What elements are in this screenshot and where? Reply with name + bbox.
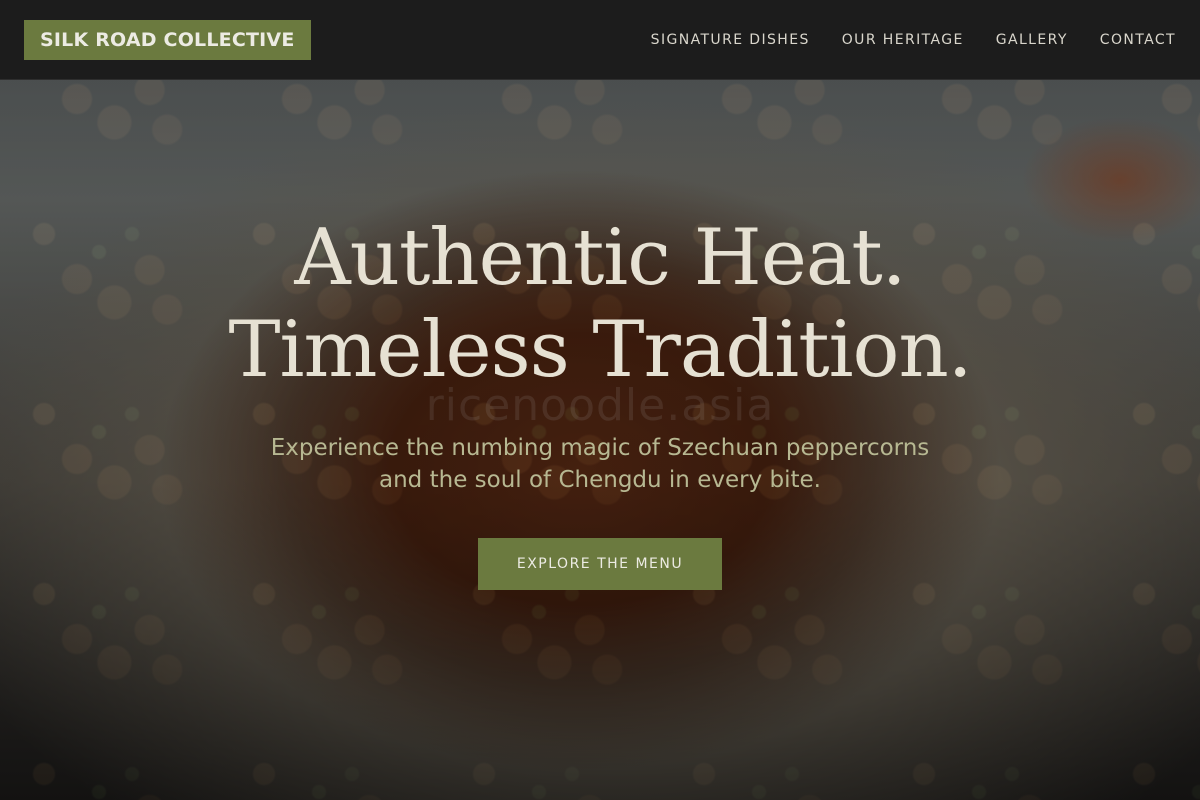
top-navbar: SILK ROAD COLLECTIVE SIGNATURE DISHES OU… [0, 0, 1200, 80]
hero-section: Authentic Heat. Timeless Tradition. Expe… [0, 212, 1200, 590]
nav-link-signature-dishes[interactable]: SIGNATURE DISHES [651, 32, 810, 48]
hero-subtitle: Experience the numbing magic of Szechuan… [270, 435, 930, 493]
hero-title-line-1: Authentic Heat. [294, 213, 906, 303]
nav-link-our-heritage[interactable]: OUR HERITAGE [842, 32, 964, 48]
brand-logo[interactable]: SILK ROAD COLLECTIVE [24, 20, 311, 60]
hero-title: Authentic Heat. Timeless Tradition. [0, 212, 1200, 396]
main-nav: SIGNATURE DISHES OUR HERITAGE GALLERY CO… [651, 0, 1176, 80]
nav-link-gallery[interactable]: GALLERY [996, 32, 1068, 48]
explore-menu-button[interactable]: EXPLORE THE MENU [478, 538, 722, 590]
hero-title-line-2: Timeless Tradition. [228, 305, 972, 395]
nav-link-contact[interactable]: CONTACT [1100, 32, 1176, 48]
